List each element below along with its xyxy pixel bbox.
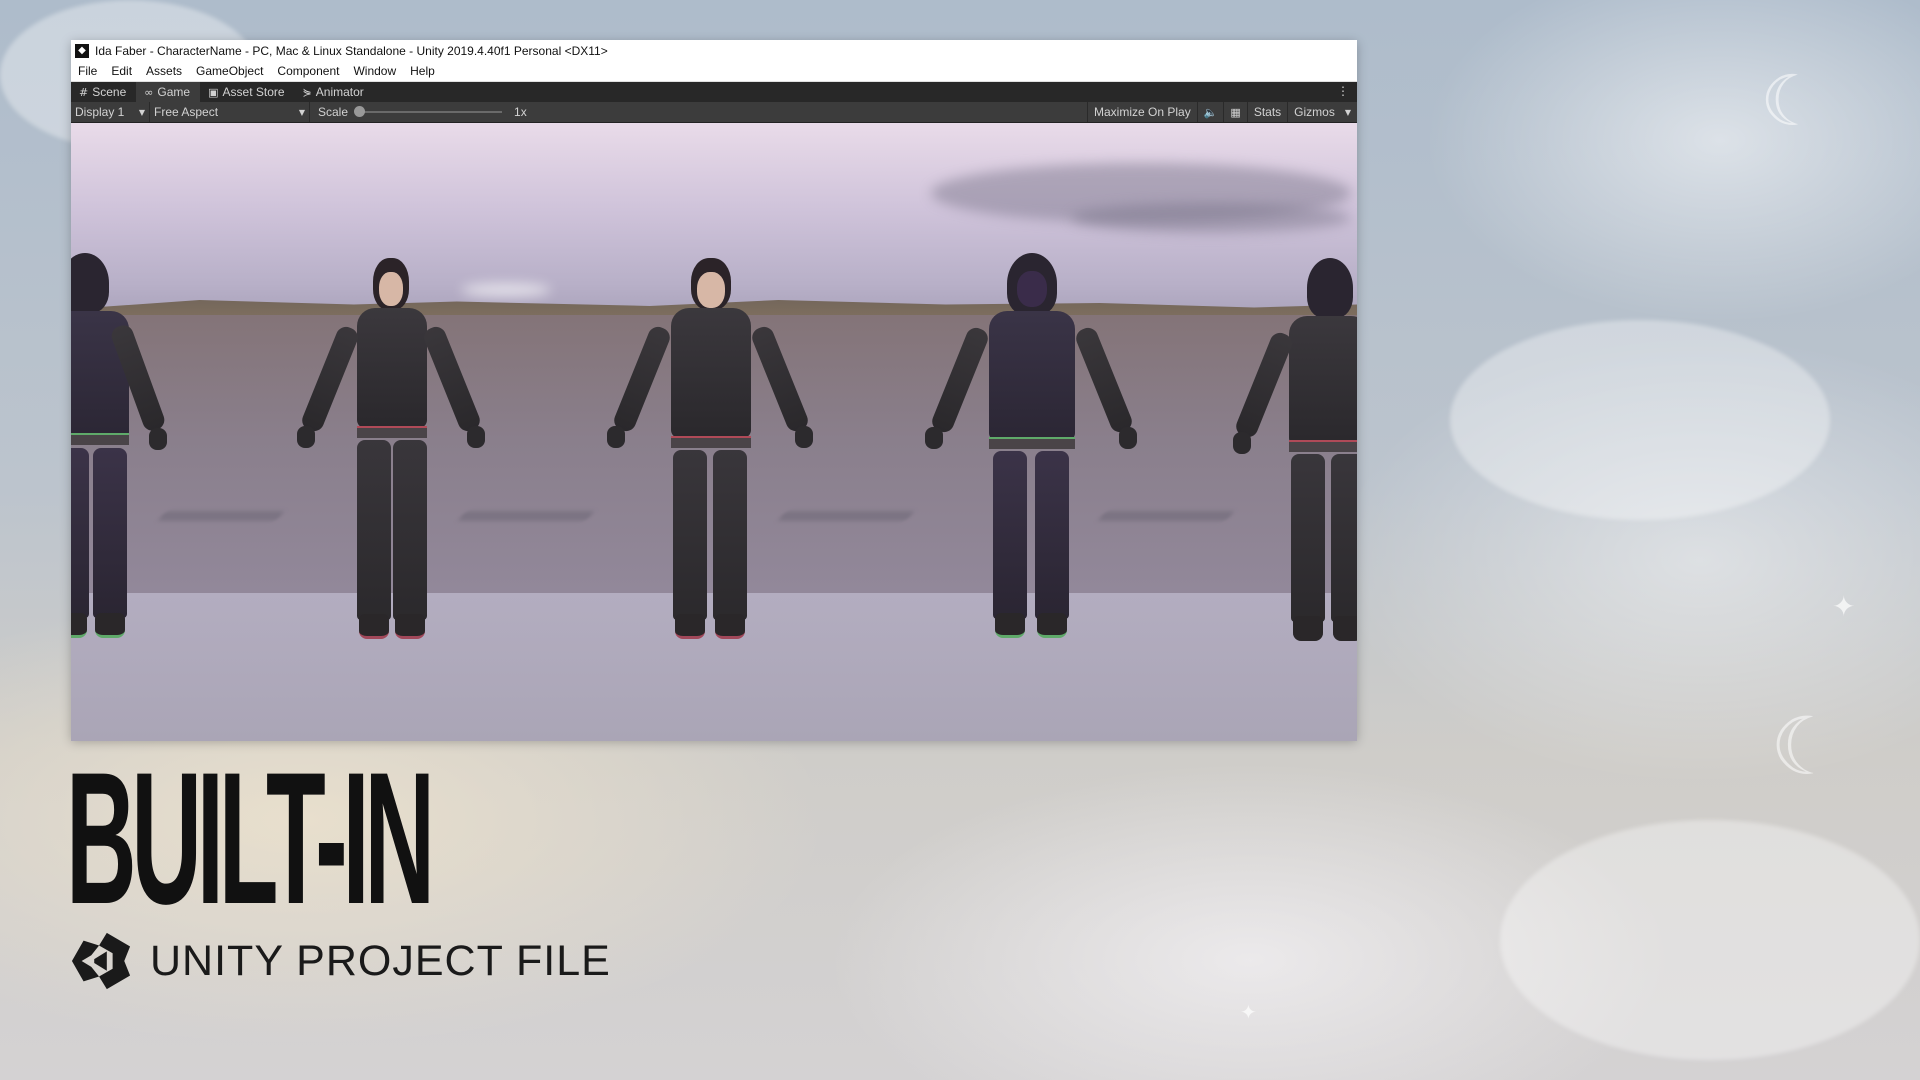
grid-icon: # xyxy=(79,85,89,99)
window-titlebar: ◆ Ida Faber - CharacterName - PC, Mac & … xyxy=(71,40,1357,61)
tab-asset-store[interactable]: ▣ Asset Store xyxy=(200,82,294,102)
sky-cloud xyxy=(1071,203,1351,233)
bg-cloud xyxy=(1500,820,1920,1060)
scale-label: Scale xyxy=(318,105,349,119)
speaker-icon: 🔈 xyxy=(1203,105,1218,119)
unity-app-icon: ◆ xyxy=(75,43,89,58)
aspect-value: Free Aspect xyxy=(154,105,219,119)
scale-value: 1x xyxy=(514,105,527,119)
character-model xyxy=(71,253,171,653)
character-model xyxy=(291,258,491,658)
scale-slider-handle[interactable] xyxy=(354,106,366,117)
star-icon: ✦ xyxy=(1240,1000,1257,1024)
grid-layout-icon: ▦ xyxy=(1230,105,1241,119)
menu-edit[interactable]: Edit xyxy=(111,64,132,78)
maximize-label: Maximize On Play xyxy=(1094,105,1191,119)
scale-control: Scale 1x xyxy=(310,105,527,119)
bg-cloud xyxy=(1450,320,1830,520)
animator-icon: ⋟ xyxy=(302,85,312,99)
aspect-dropdown[interactable]: Free Aspect ▼ xyxy=(150,102,310,122)
character-shadow xyxy=(156,511,286,521)
gamepad-icon: ∞ xyxy=(144,85,154,99)
tab-bar: # Scene ∞ Game ▣ Asset Store ⋟ Animator … xyxy=(71,82,1357,102)
tab-animator[interactable]: ⋟ Animator xyxy=(295,82,374,102)
character-model xyxy=(921,253,1141,653)
menu-window[interactable]: Window xyxy=(353,64,396,78)
bag-icon: ▣ xyxy=(208,85,219,99)
chevron-down-icon: ▼ xyxy=(1344,107,1351,117)
headline: BUILT-IN xyxy=(66,733,435,943)
scale-slider[interactable] xyxy=(354,106,503,117)
chevron-down-icon: ▼ xyxy=(298,107,305,117)
stats-toggle[interactable]: Stats xyxy=(1246,102,1287,122)
unity-editor-window: ◆ Ida Faber - CharacterName - PC, Mac & … xyxy=(71,40,1357,741)
tab-label: Game xyxy=(157,85,191,99)
gizmos-dropdown[interactable]: Gizmos ▼ xyxy=(1287,102,1357,122)
tab-label: Scene xyxy=(92,85,127,99)
subtitle: UNITY PROJECT FILE xyxy=(150,936,611,985)
display-dropdown[interactable]: Display 1 ▼ xyxy=(71,102,150,122)
chevron-down-icon: ▼ xyxy=(138,107,145,117)
menu-component[interactable]: Component xyxy=(277,64,339,78)
maximize-on-play-toggle[interactable]: Maximize On Play xyxy=(1087,102,1197,122)
menu-bar: File Edit Assets GameObject Component Wi… xyxy=(71,61,1357,82)
menu-gameobject[interactable]: GameObject xyxy=(196,64,263,78)
game-viewport[interactable] xyxy=(71,123,1357,741)
mute-audio-toggle[interactable]: 🔈 xyxy=(1196,102,1224,122)
more-options-icon[interactable]: ⋮ xyxy=(1337,84,1349,98)
star-icon: ✦ xyxy=(1832,590,1856,623)
window-title: Ida Faber - CharacterName - PC, Mac & Li… xyxy=(95,43,608,58)
tab-game[interactable]: ∞ Game xyxy=(136,82,201,102)
menu-assets[interactable]: Assets xyxy=(146,64,182,78)
character-model xyxy=(1233,258,1357,658)
tab-label: Asset Store xyxy=(222,85,285,99)
display-value: Display 1 xyxy=(75,105,125,119)
subtitle-row: UNITY PROJECT FILE xyxy=(70,930,611,992)
tab-label: Animator xyxy=(315,85,364,99)
unity-logo-icon xyxy=(71,932,131,990)
menu-help[interactable]: Help xyxy=(410,64,435,78)
gizmos-label: Gizmos xyxy=(1294,105,1335,119)
stats-label: Stats xyxy=(1253,105,1282,119)
tab-scene[interactable]: # Scene xyxy=(71,82,136,102)
layout-toggle[interactable]: ▦ xyxy=(1223,102,1246,122)
toolbar-right: Maximize On Play 🔈 ▦ Stats Gizmos ▼ xyxy=(1087,102,1357,122)
game-toolbar: Display 1 ▼ Free Aspect ▼ Scale 1x Maxim… xyxy=(71,102,1357,123)
character-model xyxy=(601,258,821,658)
moon-icon: ☾ xyxy=(1770,700,1842,793)
menu-file[interactable]: File xyxy=(78,64,97,78)
moon-icon: ☾ xyxy=(1760,60,1823,142)
